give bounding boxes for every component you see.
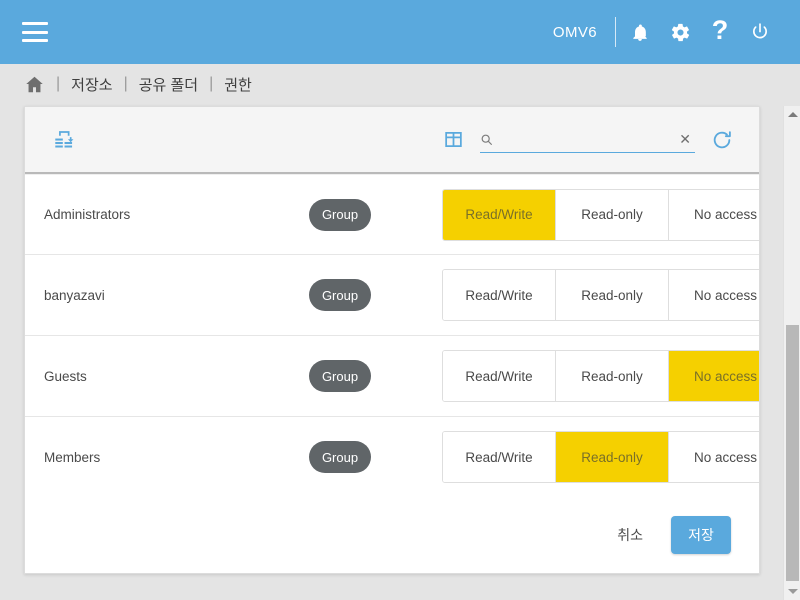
permission-segmented-control: Read/Write Read-only No access: [442, 269, 759, 321]
permission-option-read-only[interactable]: Read-only: [556, 432, 669, 482]
row-name: Administrators: [44, 207, 131, 222]
vertical-scrollbar[interactable]: [783, 106, 800, 600]
status-badge: Group: [309, 360, 371, 392]
toolbar-right-actions: ✕: [438, 125, 737, 155]
breadcrumb-separator: |: [209, 75, 214, 92]
header-divider: [615, 17, 616, 47]
permission-option-read-only[interactable]: Read-only: [556, 351, 669, 401]
permission-segmented-control: Read/Write Read-only No access: [442, 431, 759, 483]
search-input[interactable]: [499, 127, 672, 151]
permission-option-read-write[interactable]: Read/Write: [443, 432, 556, 482]
settings-gear-icon[interactable]: [660, 12, 700, 52]
permission-option-no-access[interactable]: No access: [669, 351, 759, 401]
scroll-up-arrow-icon[interactable]: [784, 106, 800, 123]
hamburger-menu-icon[interactable]: [22, 22, 48, 42]
permission-option-read-only[interactable]: Read-only: [556, 189, 669, 240]
breadcrumb-separator: |: [56, 75, 61, 92]
table-row[interactable]: Members Group Read/Write Read-only No ac…: [25, 417, 759, 498]
cancel-button[interactable]: 취소: [611, 517, 649, 553]
notifications-bell-icon[interactable]: [620, 12, 660, 52]
hamburger-line: [22, 39, 48, 42]
clear-x-icon[interactable]: ✕: [677, 132, 693, 146]
search-icon: [480, 133, 493, 146]
permission-segmented-control: Read/Write Read-only No access: [442, 188, 759, 241]
permission-option-no-access[interactable]: No access: [669, 189, 759, 240]
privileges-table: Administrators Group Read/Write Read-onl…: [25, 174, 759, 498]
scroll-down-arrow-icon[interactable]: [784, 583, 800, 600]
permission-option-read-write[interactable]: Read/Write: [443, 351, 556, 401]
table-row[interactable]: Guests Group Read/Write Read-only No acc…: [25, 336, 759, 417]
permission-option-read-write[interactable]: Read/Write: [443, 189, 556, 240]
status-badge: Group: [309, 198, 371, 231]
row-name: banyazavi: [44, 287, 105, 303]
power-icon[interactable]: [740, 12, 780, 52]
hamburger-line: [22, 22, 48, 25]
permission-option-read-write[interactable]: Read/Write: [443, 270, 556, 320]
breadcrumb-item-privileges[interactable]: 권한: [224, 74, 252, 95]
breadcrumb-item-storage[interactable]: 저장소: [71, 74, 112, 95]
breadcrumb-separator: |: [123, 75, 128, 92]
top-header-bar: OMV6 ?: [0, 0, 800, 64]
reload-refresh-icon[interactable]: [707, 125, 737, 155]
save-button[interactable]: 저장: [671, 516, 731, 554]
breadcrumb: | 저장소 | 공유 폴더 | 권한: [0, 64, 800, 104]
permission-option-read-only[interactable]: Read-only: [556, 270, 669, 320]
home-icon[interactable]: [24, 74, 45, 95]
table-row[interactable]: Administrators Group Read/Write Read-onl…: [25, 174, 759, 255]
table-row[interactable]: banyazavi Group Read/Write Read-only No …: [25, 255, 759, 336]
status-badge: Group: [309, 441, 371, 473]
scrollbar-thumb[interactable]: [786, 325, 799, 581]
help-question-icon[interactable]: ?: [700, 12, 740, 52]
apply-changes-icon[interactable]: [49, 125, 79, 155]
grid-columns-icon[interactable]: [438, 125, 468, 155]
table-toolbar: ✕: [25, 107, 759, 174]
breadcrumb-item-shared-folders[interactable]: 공유 폴더: [139, 74, 198, 95]
status-badge: Group: [309, 279, 371, 311]
hostname-label: OMV6: [552, 23, 597, 41]
permission-option-no-access[interactable]: No access: [669, 270, 759, 320]
hamburger-line: [22, 30, 48, 34]
permission-option-no-access[interactable]: No access: [669, 432, 759, 482]
toolbar-left-actions: [49, 125, 79, 155]
row-name: Guests: [44, 368, 87, 384]
top-header-actions: OMV6 ?: [553, 12, 780, 52]
card-footer: 취소 저장: [25, 497, 759, 573]
privileges-card: ✕ Administrators Group Read/Write Read-o…: [24, 106, 760, 574]
search-field[interactable]: ✕: [480, 127, 695, 153]
permission-segmented-control: Read/Write Read-only No access: [442, 350, 759, 402]
row-name: Members: [44, 449, 101, 465]
